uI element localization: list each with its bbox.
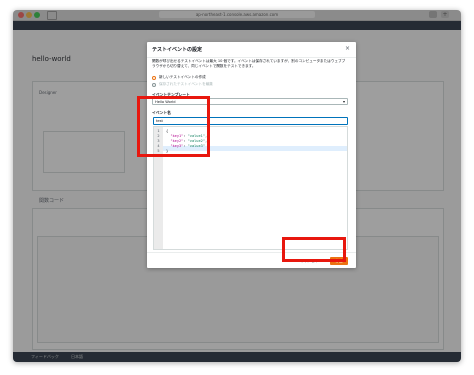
radio-edit-saved[interactable]: 保存されたテストイベントを編集 [152, 82, 213, 87]
close-icon[interactable]: × [345, 45, 350, 52]
radio-unselected-icon[interactable] [152, 82, 156, 87]
browser-window: ap-northeast-1.console.aws.amazon.com + … [13, 10, 461, 362]
annotation-highlight-event-fields [137, 96, 210, 157]
dialog-header: テストイベントの設定 × [147, 42, 356, 58]
radio-edit-saved-label: 保存されたテストイベントを編集 [159, 82, 213, 86]
radio-create-new-label: 新しいテストイベントの作成 [159, 75, 206, 79]
dialog-description: 関数が呼び出せるテストイベントは最大 10 個です。イベントは保存されていますが… [152, 59, 346, 68]
radio-selected-icon[interactable] [152, 75, 156, 80]
chevron-down-icon: ▾ [342, 99, 345, 104]
radio-create-new[interactable]: 新しいテストイベントの作成 [152, 75, 206, 80]
annotation-highlight-create-button [282, 237, 346, 262]
dialog-title: テストイベントの設定 [152, 47, 203, 53]
